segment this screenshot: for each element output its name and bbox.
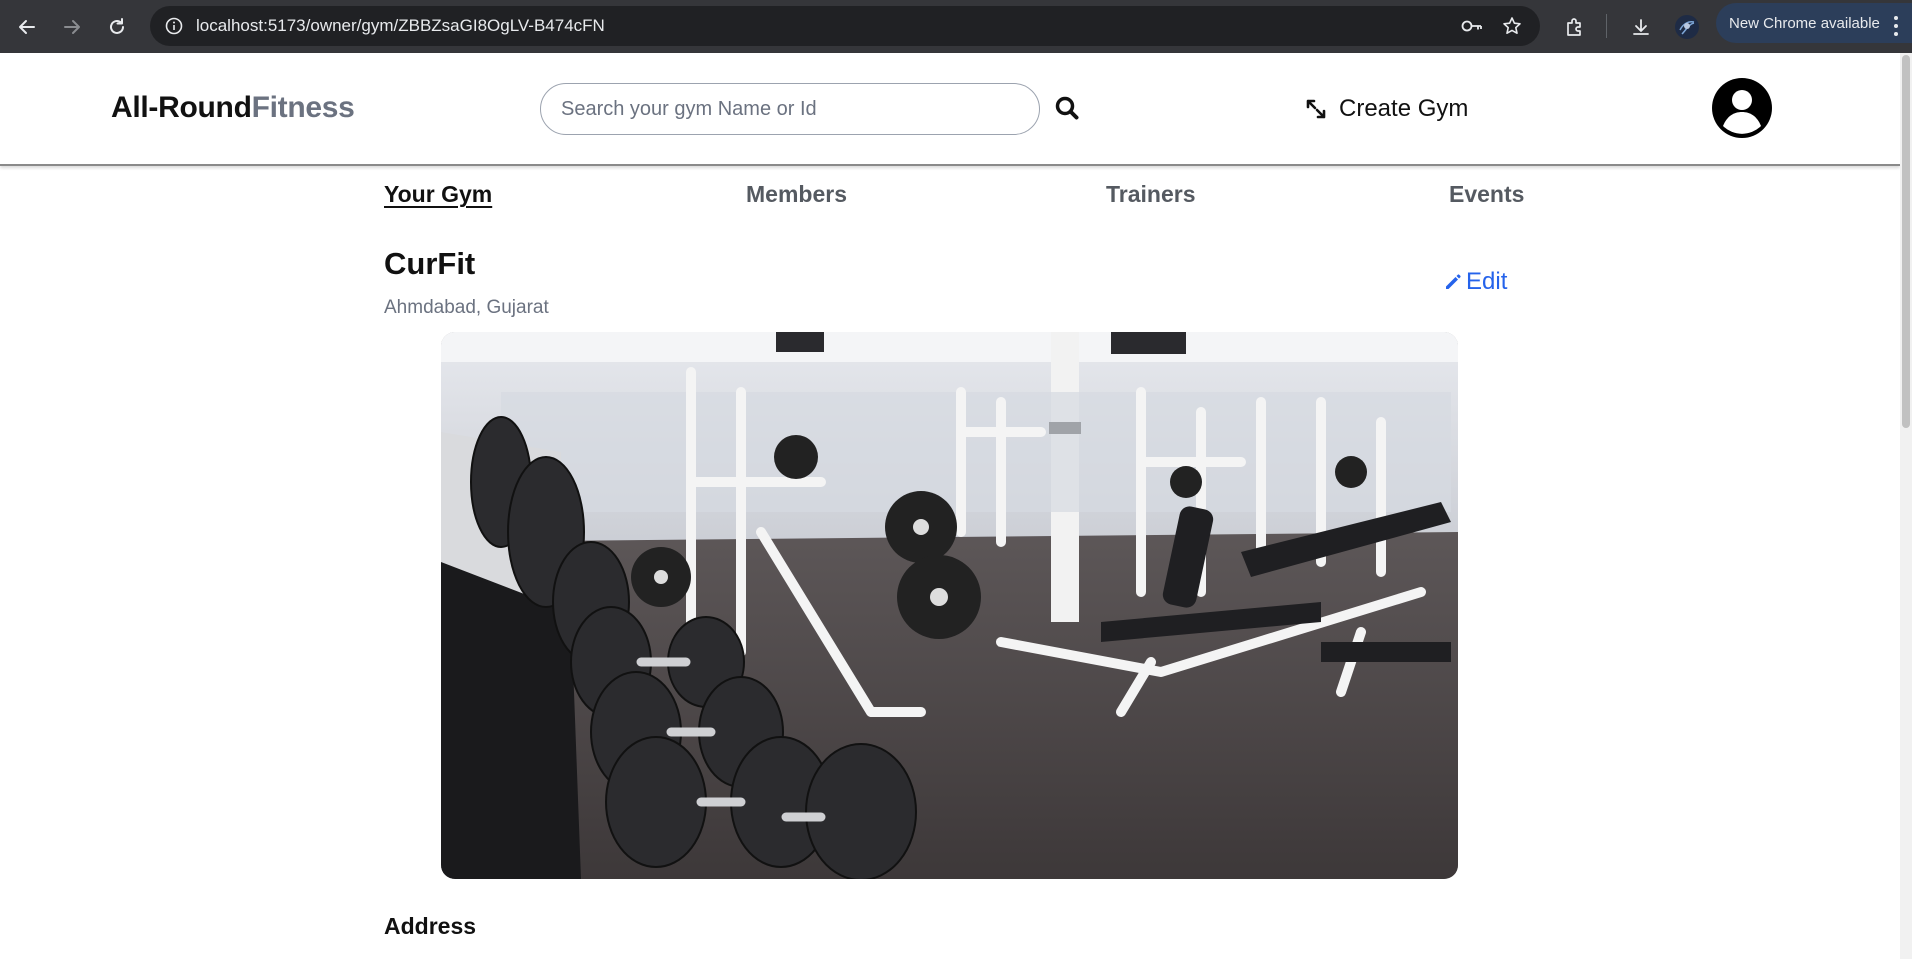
- extensions-icon[interactable]: [1558, 10, 1591, 43]
- create-gym-label: Create Gym: [1339, 95, 1469, 122]
- search-button[interactable]: [1052, 93, 1082, 123]
- page-scrollbar-thumb[interactable]: [1902, 55, 1910, 428]
- brand-part-2: Fitness: [251, 91, 355, 124]
- bookmark-star-icon[interactable]: [1500, 14, 1524, 38]
- app-header: All-RoundFitness Create Gym: [0, 53, 1900, 166]
- downloads-icon[interactable]: [1624, 10, 1657, 43]
- user-avatar-button[interactable]: [1711, 77, 1773, 139]
- chrome-menu-icon[interactable]: [1894, 16, 1898, 36]
- password-key-icon[interactable]: [1460, 14, 1484, 38]
- chrome-update-label: New Chrome available: [1729, 14, 1880, 32]
- create-gym-button[interactable]: Create Gym: [1305, 93, 1468, 125]
- browser-toolbar: localhost:5173/owner/gym/ZBBZsaGI8OgLV-B…: [0, 0, 1912, 53]
- url-text[interactable]: localhost:5173/owner/gym/ZBBZsaGI8OgLV-B…: [196, 6, 605, 46]
- gym-name: CurFit: [384, 246, 476, 281]
- brand-part-1: All-Round: [111, 91, 252, 124]
- profile-avatar-icon[interactable]: [1670, 10, 1703, 43]
- address-heading: Address: [384, 913, 477, 939]
- gym-location: Ahmdabad, Gujarat: [384, 297, 549, 318]
- tab-members[interactable]: Members: [746, 181, 847, 208]
- edit-label: Edit: [1466, 268, 1508, 295]
- user-circle-icon: [1712, 78, 1772, 138]
- back-button[interactable]: [10, 10, 43, 43]
- address-bar[interactable]: localhost:5173/owner/gym/ZBBZsaGI8OgLV-B…: [150, 6, 1540, 46]
- search-input[interactable]: [561, 84, 1021, 134]
- tab-your-gym[interactable]: Your Gym: [384, 181, 492, 208]
- gym-interior-image: [441, 332, 1458, 879]
- chrome-update-button[interactable]: New Chrome available: [1716, 3, 1912, 43]
- forward-button[interactable]: [55, 10, 88, 43]
- tab-trainers[interactable]: Trainers: [1106, 181, 1196, 208]
- reload-icon: [109, 17, 124, 34]
- toolbar-divider: [1606, 14, 1607, 38]
- search-icon: [1055, 96, 1079, 120]
- pencil-icon: [1446, 274, 1461, 289]
- brand-logo[interactable]: All-RoundFitness: [111, 91, 355, 125]
- search-box: [540, 83, 1040, 135]
- edit-gym-button[interactable]: Edit: [1444, 268, 1507, 296]
- forward-arrow-icon: [63, 19, 80, 34]
- expand-arrows-icon: [1306, 99, 1326, 119]
- site-info-icon[interactable]: [162, 14, 186, 38]
- tab-events[interactable]: Events: [1449, 181, 1524, 208]
- back-arrow-icon: [18, 19, 35, 34]
- reload-button[interactable]: [100, 10, 133, 43]
- gym-photo: [441, 332, 1458, 879]
